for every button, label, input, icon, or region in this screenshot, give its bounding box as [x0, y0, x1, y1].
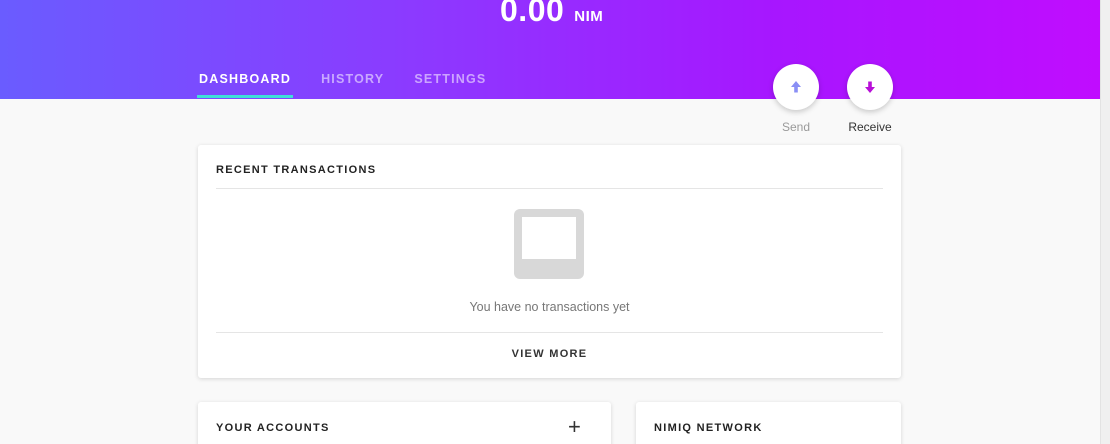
- arrow-down-icon: [865, 81, 875, 93]
- add-account-button[interactable]: +: [568, 416, 581, 438]
- divider: [216, 332, 883, 333]
- your-accounts-title: YOUR ACCOUNTS: [216, 422, 330, 434]
- nimiq-network-title: NIMIQ NETWORK: [654, 422, 763, 434]
- balance-amount: 0.00: [500, 0, 565, 28]
- receive-action: Receive: [835, 64, 905, 134]
- divider: [216, 188, 883, 189]
- scrollbar[interactable]: [1100, 0, 1110, 444]
- receive-label: Receive: [848, 120, 892, 134]
- balance-display: 0.00 NIM: [500, 0, 603, 29]
- main-tabs: DASHBOARD HISTORY SETTINGS: [197, 72, 514, 98]
- recent-transactions-title: RECENT TRANSACTIONS: [216, 164, 377, 176]
- nimiq-network-card: NIMIQ NETWORK: [636, 402, 901, 444]
- receive-button[interactable]: [847, 64, 893, 110]
- inbox-icon: [514, 209, 584, 279]
- balance-unit: NIM: [574, 8, 604, 25]
- your-accounts-card: YOUR ACCOUNTS +: [198, 402, 611, 444]
- header-banner: 0.00 NIM DASHBOARD HISTORY SETTINGS: [0, 0, 1110, 99]
- tab-settings[interactable]: SETTINGS: [412, 72, 488, 98]
- view-more-button[interactable]: VIEW MORE: [198, 348, 901, 360]
- send-label: Send: [781, 120, 811, 134]
- tab-history[interactable]: HISTORY: [319, 72, 386, 98]
- recent-transactions-card: RECENT TRANSACTIONS You have no transact…: [198, 145, 901, 378]
- empty-transactions-message: You have no transactions yet: [469, 300, 630, 314]
- send-action: Send: [761, 64, 831, 134]
- send-button[interactable]: [773, 64, 819, 110]
- arrow-up-icon: [791, 81, 801, 93]
- tab-dashboard[interactable]: DASHBOARD: [197, 72, 294, 98]
